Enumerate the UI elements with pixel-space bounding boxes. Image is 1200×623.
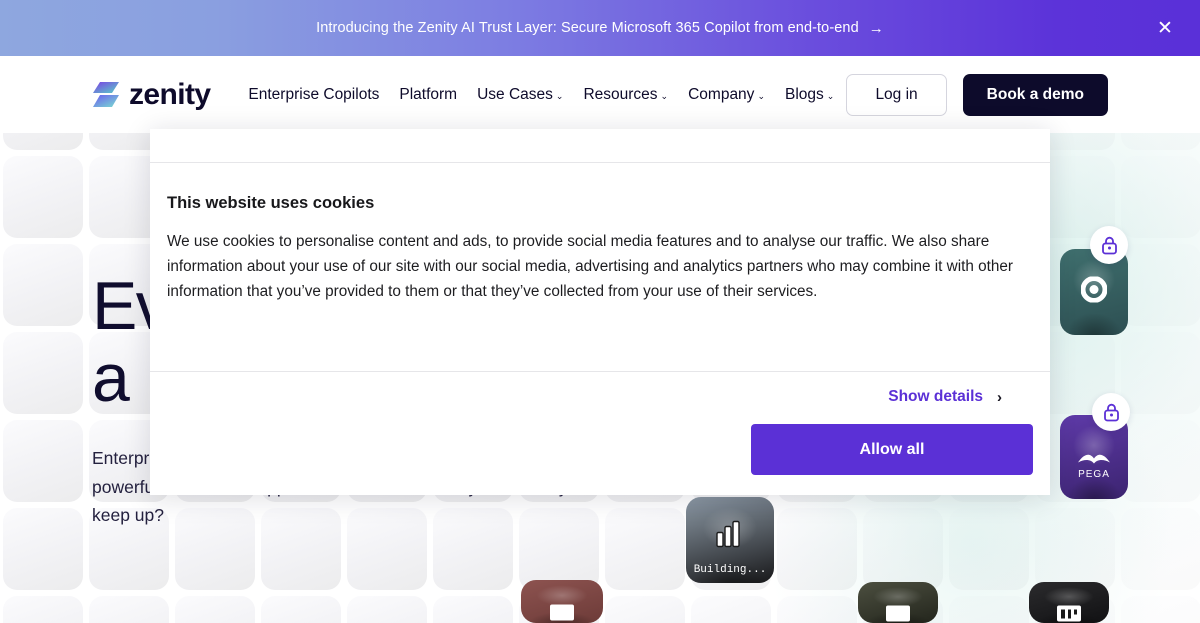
lattice-cell [3, 596, 83, 623]
chevron-down-icon: ⌄ [555, 91, 564, 101]
chevron-down-icon: ⌄ [826, 91, 835, 101]
cookie-dialog-body: This website uses cookies We use cookies… [150, 163, 1050, 371]
page-root: Introducing the Zenity AI Trust Layer: S… [0, 0, 1200, 623]
lattice-cell [949, 508, 1029, 590]
nav-item-label: Company [688, 85, 755, 103]
lattice-cell [3, 244, 83, 326]
cookie-dialog-header [150, 129, 1050, 163]
tile-label: PEGA [1078, 468, 1110, 480]
lattice-cell [949, 596, 1029, 623]
show-details-label: Show details [888, 388, 983, 405]
lattice-cell [433, 596, 513, 623]
lattice-cell [691, 596, 771, 623]
announcement-banner-text: Introducing the Zenity AI Trust Layer: S… [316, 20, 859, 36]
nav-item-label: Enterprise Copilots [248, 85, 380, 103]
avatar-tile-powerbi: Building... [686, 497, 774, 583]
lock-icon [1092, 393, 1130, 431]
book-demo-button[interactable]: Book a demo [962, 73, 1108, 116]
cookie-dialog-title: This website uses cookies [167, 194, 375, 212]
login-button[interactable]: Log in [846, 73, 947, 116]
zenity-logo[interactable]: zenity [92, 77, 211, 112]
close-icon[interactable]: ✕ [1152, 15, 1178, 41]
lattice-cell [3, 133, 83, 150]
avatar-tile-bearded-man [1060, 249, 1128, 335]
app-ring-icon [1080, 276, 1108, 308]
show-details-link[interactable]: Show details › [167, 388, 1033, 406]
cookie-dialog-footer: Show details › Allow all [150, 371, 1050, 495]
nav-item-use-cases[interactable]: Use Cases ⌄ [477, 86, 563, 104]
tile-label: Building... [693, 564, 767, 576]
lattice-cell [261, 596, 341, 623]
lattice-cell [1121, 596, 1200, 623]
nav-item-label: Resources [583, 85, 658, 103]
main-navbar: zenity Enterprise Copilots Platform Use … [0, 56, 1200, 133]
lattice-cell [863, 508, 943, 590]
app-badge-icon [885, 604, 911, 623]
nav-item-label: Use Cases [477, 85, 553, 103]
nav-item-label: Blogs [784, 85, 824, 103]
zenity-logo-mark [92, 80, 120, 110]
lattice-cell [605, 596, 685, 623]
powerbi-icon [715, 521, 745, 554]
app-badge-icon [549, 604, 575, 623]
nav-item-company[interactable]: Company ⌄ [688, 86, 765, 104]
lattice-cell [777, 508, 857, 590]
lattice-cell [1035, 508, 1115, 590]
lock-icon [1090, 226, 1128, 264]
lattice-cell [175, 596, 255, 623]
avatar-tile-man-black [1029, 582, 1109, 623]
nav-item-platform[interactable]: Platform [399, 86, 457, 104]
avatar-tile-man-dark [858, 582, 938, 623]
avatar-tile-woman-red [521, 580, 603, 623]
announcement-banner[interactable]: Introducing the Zenity AI Trust Layer: S… [0, 0, 1200, 56]
announcement-banner-content[interactable]: Introducing the Zenity AI Trust Layer: S… [316, 20, 884, 37]
nav-item-resources[interactable]: Resources ⌄ [583, 86, 668, 104]
nav-item-blogs[interactable]: Blogs ⌄ [785, 86, 834, 104]
nav-item-label: Platform [399, 85, 458, 103]
nav-actions: Log in Book a demo [846, 73, 1108, 116]
lattice-cell [3, 332, 83, 414]
zenity-logo-text: zenity [129, 77, 211, 111]
lattice-cell [89, 596, 169, 623]
chevron-down-icon: ⌄ [757, 91, 765, 101]
chevron-right-icon: › [997, 388, 1002, 406]
lattice-cell [1121, 156, 1200, 238]
cookie-consent-dialog: This website uses cookies We use cookies… [150, 129, 1050, 495]
lattice-cell [347, 596, 427, 623]
lattice-cell [1121, 244, 1200, 326]
nav-item-enterprise-copilots[interactable]: Enterprise Copilots [248, 86, 379, 104]
lattice-cell [1121, 420, 1200, 502]
lattice-cell [1121, 508, 1200, 590]
allow-all-button[interactable]: Allow all [751, 424, 1033, 475]
lattice-cell [3, 508, 83, 590]
lattice-cell [1121, 133, 1200, 150]
lattice-cell [777, 596, 857, 623]
lattice-cell [3, 420, 83, 502]
nav-links: Enterprise Copilots Platform Use Cases ⌄… [248, 86, 834, 104]
app-grid-icon [1056, 604, 1082, 623]
lattice-cell [3, 156, 83, 238]
chevron-down-icon: ⌄ [660, 91, 669, 101]
arrow-right-icon: → [868, 19, 884, 37]
lattice-cell [1121, 332, 1200, 414]
cookie-dialog-text: We use cookies to personalise content an… [167, 233, 1013, 300]
